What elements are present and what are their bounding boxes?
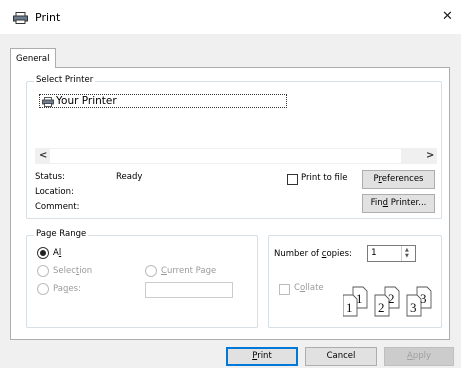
title-bar: Print ✕ — [0, 0, 461, 34]
collate-label: Collate — [294, 283, 324, 293]
all-label: Al — [53, 248, 62, 258]
printer-list-item[interactable]: Your Printer — [39, 94, 287, 108]
copies-value[interactable]: 1 — [371, 248, 377, 258]
collate-pages-icon: 1 1 2 2 3 3 — [343, 286, 432, 317]
number-of-copies-label: Number of copies: — [274, 249, 352, 259]
printer-list-scrollbar[interactable]: < > — [35, 148, 437, 164]
find-printer-button[interactable]: Find Printer... — [362, 194, 435, 213]
apply-button[interactable]: Apply — [384, 347, 454, 366]
status-label: Status: — [35, 172, 65, 182]
collate-sheet-number: 2 — [378, 300, 385, 315]
printer-icon — [42, 97, 54, 107]
status-value: Ready — [116, 172, 143, 182]
pages-radio[interactable] — [37, 283, 49, 295]
current-page-radio[interactable] — [145, 265, 157, 277]
close-icon[interactable]: ✕ — [442, 10, 453, 23]
cancel-button[interactable]: Cancel — [305, 347, 377, 366]
print-button[interactable]: Print — [226, 347, 298, 366]
current-page-label: Current Page — [161, 266, 217, 276]
pages-input[interactable] — [145, 282, 233, 298]
location-label: Location: — [35, 187, 74, 197]
tab-general[interactable]: General — [10, 48, 56, 68]
selection-radio[interactable] — [37, 265, 49, 277]
preferences-button[interactable]: Preferences — [362, 170, 435, 189]
page-range-label: Page Range — [34, 229, 89, 239]
collate-sheet-number: 3 — [420, 291, 427, 306]
chevron-down-icon[interactable]: ▼ — [405, 254, 409, 259]
print-to-file-checkbox[interactable] — [287, 174, 298, 185]
pages-label: Pages: — [53, 284, 81, 294]
collate-sheet-number: 1 — [356, 291, 363, 306]
scroll-left-icon[interactable]: < — [39, 150, 47, 161]
print-to-file-label: Print to file — [301, 173, 348, 183]
copies-stepper-buttons[interactable]: ▲ ▼ — [401, 246, 415, 261]
printer-name: Your Printer — [56, 95, 117, 107]
select-printer-label: Select Printer — [34, 75, 96, 85]
collate-sheet-number: 2 — [388, 291, 395, 306]
collate-sheet-number: 1 — [346, 300, 353, 315]
window-title: Print — [35, 11, 61, 24]
collate-checkbox[interactable] — [279, 284, 290, 295]
tab-general-label: General — [16, 54, 50, 64]
copies-stepper[interactable]: 1 ▲ ▼ — [367, 245, 416, 262]
collate-sheet-number: 3 — [410, 300, 417, 315]
printer-icon — [13, 12, 28, 24]
comment-label: Comment: — [35, 202, 80, 212]
scrollbar-thumb[interactable] — [50, 149, 401, 163]
scroll-right-icon[interactable]: > — [426, 150, 434, 161]
all-radio[interactable] — [37, 247, 49, 259]
selection-label: Selection — [53, 266, 93, 276]
